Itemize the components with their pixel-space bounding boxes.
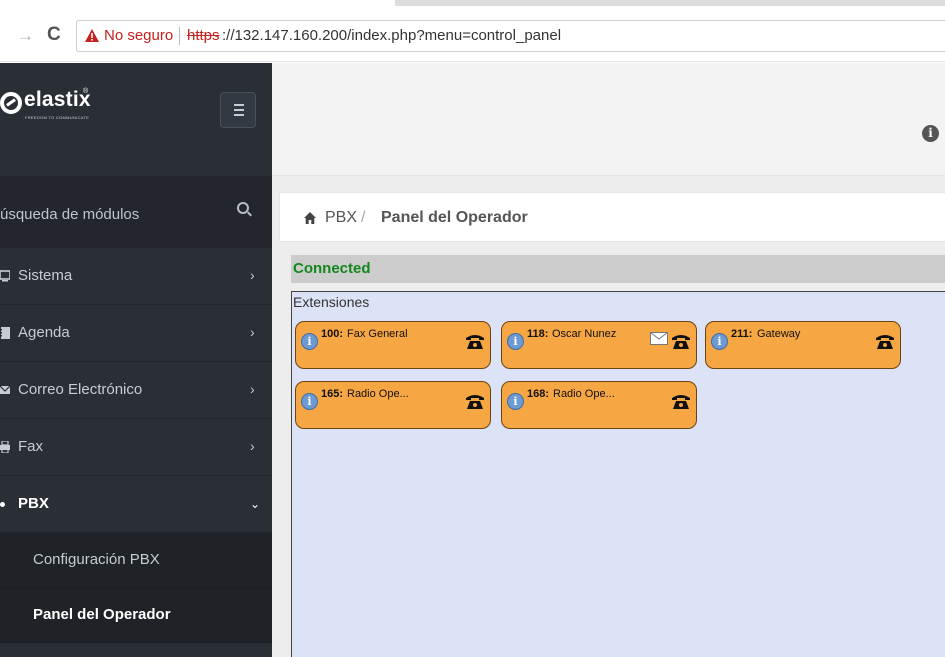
voicemail-icon: [650, 332, 668, 345]
phone-icon: [876, 335, 894, 349]
sidebar-item-correo[interactable]: Correo Electrónico ›: [0, 362, 272, 419]
sidebar-subitem-panel-operador[interactable]: Panel del Operador: [0, 588, 272, 643]
forward-icon[interactable]: →: [17, 26, 34, 46]
phone-icon: [466, 335, 484, 349]
logo-registered-mark: ®: [83, 88, 89, 95]
hamburger-icon: [234, 114, 244, 116]
tab-strip: [395, 0, 945, 6]
logo-text[interactable]: elastix: [24, 88, 91, 112]
sidebar-item-label: Fax: [18, 438, 44, 455]
extension-name: Gateway: [757, 328, 801, 340]
info-icon[interactable]: i: [507, 333, 524, 350]
breadcrumb-separator: /: [361, 209, 366, 226]
logo-tagline: FREEDOM TO COMMUNICATE: [25, 115, 90, 120]
extension-card[interactable]: i 165: Radio Ope...: [295, 381, 491, 429]
extension-card[interactable]: i 118: Oscar Nunez: [501, 321, 697, 369]
insecure-label[interactable]: No seguro: [104, 27, 173, 45]
extensions-panel: Extensiones i 100: Fax General i 118: Os…: [291, 291, 945, 657]
extension-number: 100:: [321, 328, 344, 340]
chevron-down-icon: ⌄: [250, 497, 261, 511]
main-content: PBX / Panel del Operador Connected Exten…: [272, 176, 945, 657]
module-search-input[interactable]: [0, 202, 210, 226]
elastix-logo-icon: [0, 92, 22, 114]
sidebar-subitem-label: Panel del Operador: [33, 606, 171, 623]
phone-icon: [466, 395, 484, 409]
sidebar: elastix ® FREEDOM TO COMMUNICATE Sistema…: [0, 63, 272, 657]
extension-number: 168:: [527, 388, 550, 400]
extension-card[interactable]: i 168: Radio Ope...: [501, 381, 697, 429]
extension-name: Radio Ope...: [553, 388, 615, 400]
warning-icon: [85, 29, 99, 42]
extension-name: Oscar Nunez: [552, 328, 617, 340]
home-icon[interactable]: [303, 211, 317, 225]
extension-number: 118:: [527, 328, 549, 340]
sidebar-item-agenda[interactable]: Agenda ›: [0, 305, 272, 362]
sidebar-subitem-label: Configuración PBX: [33, 551, 160, 568]
sidebar-item-sistema[interactable]: Sistema ›: [0, 248, 272, 305]
monitor-icon: [0, 270, 10, 282]
panel-title: Extensiones: [293, 294, 370, 310]
chevron-right-icon: ›: [250, 381, 255, 397]
printer-icon: [0, 441, 10, 453]
address-divider: [179, 27, 180, 45]
hamburger-icon: [234, 109, 244, 111]
address-bar[interactable]: No seguro https ://132.147.160.200/index…: [76, 20, 945, 52]
extension-name: Radio Ope...: [347, 388, 409, 400]
phone-icon: [672, 395, 690, 409]
url-scheme: https: [187, 27, 220, 44]
info-icon[interactable]: i: [301, 333, 318, 350]
info-icon[interactable]: i: [507, 393, 524, 410]
bullet-icon: [0, 502, 5, 507]
top-navbar: i: [272, 63, 945, 176]
extension-card[interactable]: i 211: Gateway: [705, 321, 901, 369]
envelope-icon: [0, 385, 10, 394]
reload-icon[interactable]: C: [47, 24, 61, 46]
breadcrumb: PBX / Panel del Operador: [279, 192, 945, 242]
chevron-right-icon: ›: [250, 438, 255, 454]
sidebar-item-pbx[interactable]: PBX ⌄: [0, 476, 272, 533]
sidebar-item-label: Agenda: [18, 324, 70, 341]
connection-status-bar: Connected: [291, 255, 945, 283]
module-search: [0, 176, 272, 248]
sidebar-item-label: Sistema: [18, 267, 73, 284]
address-book-icon: [0, 327, 10, 339]
chevron-right-icon: ›: [250, 267, 255, 283]
extension-number: 165:: [321, 388, 344, 400]
search-icon[interactable]: [237, 202, 249, 214]
extension-card[interactable]: i 100: Fax General: [295, 321, 491, 369]
info-icon[interactable]: i: [711, 333, 728, 350]
sidebar-item-label: Correo Electrónico: [18, 381, 143, 398]
extension-number: 211:: [731, 328, 753, 340]
info-icon[interactable]: i: [301, 393, 318, 410]
breadcrumb-current: Panel del Operador: [381, 209, 528, 226]
sidebar-header: elastix ® FREEDOM TO COMMUNICATE: [0, 63, 272, 176]
info-icon[interactable]: i: [922, 125, 939, 142]
url-text: ://132.147.160.200/index.php?menu=contro…: [222, 27, 562, 44]
sidebar-item-label: PBX: [18, 495, 49, 512]
hamburger-icon: [234, 104, 244, 106]
sidebar-item-fax[interactable]: Fax ›: [0, 419, 272, 476]
browser-toolbar: → C No seguro https ://132.147.160.200/i…: [0, 0, 945, 62]
phone-icon: [672, 335, 690, 349]
chevron-right-icon: ›: [250, 324, 255, 340]
breadcrumb-pbx[interactable]: PBX: [325, 208, 357, 227]
extension-name: Fax General: [347, 328, 408, 340]
menu-toggle-button[interactable]: [220, 92, 256, 128]
sidebar-subitem-configuracion-pbx[interactable]: Configuración PBX: [0, 533, 272, 588]
connection-status: Connected: [293, 260, 371, 277]
